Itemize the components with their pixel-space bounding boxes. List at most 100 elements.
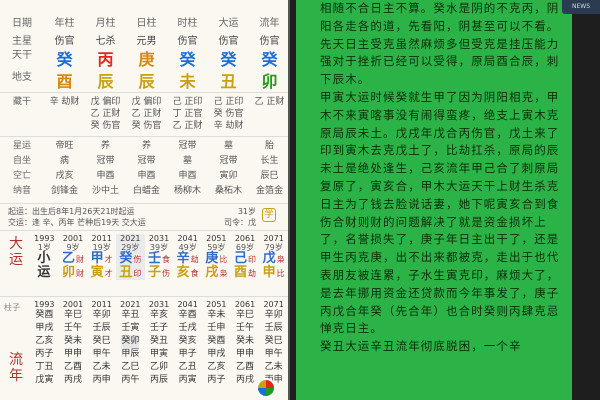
zhi-cell[interactable]: 辰 bbox=[126, 68, 167, 92]
liunian-item[interactable]: 甲寅 bbox=[150, 348, 168, 361]
dayun-column[interactable]: 2001 9岁乙财卯财 bbox=[59, 234, 88, 280]
liunian-item[interactable]: 甲戌 bbox=[35, 322, 53, 335]
liunian-column[interactable]: 2031 辛亥 壬子 癸丑 甲寅 乙卯 丙辰 bbox=[145, 300, 174, 387]
liunian-item[interactable]: 甲申 bbox=[64, 348, 82, 361]
liunian-item[interactable]: 癸巳 bbox=[93, 335, 111, 348]
liunian-item[interactable]: 壬戌 bbox=[179, 322, 197, 335]
liunian-column[interactable]: 2071 辛卯 壬辰 癸巳 甲午 乙未 丙申 bbox=[259, 300, 288, 387]
liunian-item[interactable]: 壬午 bbox=[236, 322, 254, 335]
gan-cell[interactable]: 癸 bbox=[167, 46, 208, 70]
dayun-gan-shishen: 食 bbox=[162, 254, 170, 264]
zhi-cell[interactable]: 未 bbox=[167, 68, 208, 92]
liunian-item[interactable]: 乙未 bbox=[93, 361, 111, 374]
liunian-item[interactable]: 丙寅 bbox=[179, 374, 197, 387]
liunian-item[interactable]: 甲申 bbox=[236, 348, 254, 361]
dayun-column[interactable]: 2041 49岁辛劫亥食 bbox=[173, 234, 202, 280]
canggan-item: 丁 正官 bbox=[172, 109, 203, 119]
xingyun-cell: 帝旺 bbox=[55, 141, 74, 151]
dayun-zhi-line: 申比 bbox=[263, 266, 285, 280]
nayin-cell: 金箔金 bbox=[255, 186, 283, 196]
gan-cell[interactable]: 癸 bbox=[249, 46, 288, 70]
liunian-item[interactable]: 甲午 bbox=[265, 348, 283, 361]
dayun-column[interactable]: 2021 29岁癸伤丑印 bbox=[115, 234, 145, 280]
liunian-item[interactable]: 癸亥 bbox=[179, 335, 197, 348]
zhi-cell[interactable]: 丑 bbox=[208, 68, 249, 92]
liunian-item[interactable]: 壬辰 bbox=[93, 322, 111, 335]
liunian-item[interactable]: 辛酉 bbox=[179, 309, 197, 322]
liunian-column[interactable]: 2001 辛巳 壬午 癸未 甲申 乙酉 丙戌 bbox=[59, 300, 88, 387]
liunian-item[interactable]: 戊寅 bbox=[35, 374, 53, 387]
liunian-item[interactable]: 壬午 bbox=[64, 322, 82, 335]
liunian-item[interactable]: 癸未 bbox=[64, 335, 82, 348]
dayun-column[interactable]: 2031 39岁壬食子伤 bbox=[145, 234, 174, 280]
liunian-item[interactable]: 辛卯 bbox=[93, 309, 111, 322]
gan-cell[interactable]: 庚 bbox=[126, 46, 167, 70]
liunian-item[interactable]: 乙卯 bbox=[150, 361, 168, 374]
liunian-item[interactable]: 癸酉 bbox=[35, 309, 53, 322]
liunian-item[interactable]: 壬申 bbox=[207, 322, 225, 335]
liunian-item[interactable]: 乙酉 bbox=[236, 361, 254, 374]
liunian-column[interactable]: 2021 辛丑 壬寅 癸卯 甲辰 乙巳 丙午 bbox=[116, 300, 145, 387]
liunian-item[interactable]: 癸酉 bbox=[207, 335, 225, 348]
liunian-item[interactable]: 丙戌 bbox=[236, 374, 254, 387]
dayun-column[interactable]: 2051 59岁庚比戌枭 bbox=[202, 234, 231, 280]
liunian-item[interactable]: 乙丑 bbox=[179, 361, 197, 374]
liunian-item[interactable]: 甲子 bbox=[179, 348, 197, 361]
liunian-item[interactable]: 壬寅 bbox=[121, 322, 139, 335]
liunian-item[interactable]: 癸未 bbox=[236, 335, 254, 348]
liunian-item[interactable]: 辛未 bbox=[207, 309, 225, 322]
liunian-item[interactable]: 丙午 bbox=[121, 374, 139, 387]
liunian-item[interactable]: 辛巳 bbox=[64, 309, 82, 322]
dayun-column[interactable]: 2011 19岁甲才寅才 bbox=[87, 234, 116, 280]
zhi-cell[interactable]: 酉 bbox=[44, 68, 85, 92]
liunian-column[interactable]: 2061 辛巳 壬午 癸未 甲申 乙酉 丙戌 bbox=[231, 300, 260, 387]
shishen-label: 主星 bbox=[12, 36, 32, 47]
gan-cell[interactable]: 癸 bbox=[208, 46, 249, 70]
liunian-column[interactable]: 2041 辛酉 壬戌 癸亥 甲子 乙丑 丙寅 bbox=[173, 300, 202, 387]
liunian-item[interactable]: 丙戌 bbox=[64, 374, 82, 387]
liunian-item[interactable]: 丙申 bbox=[93, 374, 111, 387]
zhi-cell[interactable]: 卯 bbox=[249, 68, 288, 92]
liunian-item[interactable]: 甲午 bbox=[93, 348, 111, 361]
dayun-column[interactable]: 2061 69岁己印酉劫 bbox=[231, 234, 260, 280]
dayun-zhi-line: 运 bbox=[37, 266, 51, 280]
canggan-item: 己 正印 bbox=[213, 97, 244, 107]
liunian-item[interactable]: 辛卯 bbox=[265, 309, 283, 322]
liunian-item[interactable]: 甲辰 bbox=[121, 348, 139, 361]
liunian-item[interactable]: 壬辰 bbox=[265, 322, 283, 335]
gan-cell[interactable]: 丙 bbox=[85, 46, 126, 70]
study-icon[interactable]: 学 bbox=[262, 208, 276, 222]
liunian-item[interactable]: 癸卯 bbox=[121, 335, 140, 348]
liunian-column[interactable]: 2051 辛未 壬申 癸酉 甲戌 乙亥 丙子 bbox=[202, 300, 231, 387]
liunian-item[interactable]: 辛丑 bbox=[121, 309, 139, 322]
liunian-item[interactable]: 乙亥 bbox=[207, 361, 225, 374]
liunian-column[interactable]: 2011 辛卯 壬辰 癸巳 甲午 乙未 丙申 bbox=[87, 300, 116, 387]
dayun-zhi: 戌 bbox=[205, 265, 219, 280]
liunian-column[interactable]: 1993 癸酉 甲戌 乙亥 丙子 丁丑 戊寅 bbox=[30, 300, 59, 387]
liunian-year: 2071 bbox=[263, 300, 284, 309]
liunian-item[interactable]: 丁丑 bbox=[35, 361, 53, 374]
dayun-gan: 辛 bbox=[176, 251, 190, 266]
liunian-item[interactable]: 癸丑 bbox=[150, 335, 168, 348]
liunian-item[interactable]: 辛巳 bbox=[236, 309, 254, 322]
liunian-item[interactable]: 乙巳 bbox=[121, 361, 139, 374]
liunian-item[interactable]: 癸巳 bbox=[265, 335, 283, 348]
liunian-item[interactable]: 壬子 bbox=[150, 322, 168, 335]
dizhi-row: 地支 酉 辰 辰 未 丑 卯 bbox=[0, 68, 288, 92]
dayun-side-label: 大 运 bbox=[6, 236, 26, 268]
fortune-wheel-icon[interactable] bbox=[256, 378, 276, 398]
dayun-column[interactable]: 2071 79岁戊枭申比 bbox=[259, 234, 288, 280]
liunian-item[interactable]: 乙未 bbox=[265, 361, 283, 374]
liunian-item[interactable]: 丙辰 bbox=[150, 374, 168, 387]
shishen-cell: 伤官 bbox=[54, 36, 75, 47]
liunian-side-char: 流 bbox=[9, 352, 23, 368]
liunian-item[interactable]: 丙子 bbox=[35, 348, 53, 361]
liunian-item[interactable]: 丙子 bbox=[207, 374, 225, 387]
liunian-item[interactable]: 乙亥 bbox=[35, 335, 53, 348]
liunian-item[interactable]: 辛亥 bbox=[150, 309, 168, 322]
dayun-column[interactable]: 1993 1岁小运 bbox=[30, 234, 59, 280]
gan-cell[interactable]: 癸 bbox=[44, 46, 85, 70]
liunian-item[interactable]: 甲戌 bbox=[207, 348, 225, 361]
zhi-cell[interactable]: 辰 bbox=[85, 68, 126, 92]
liunian-item[interactable]: 乙酉 bbox=[64, 361, 82, 374]
